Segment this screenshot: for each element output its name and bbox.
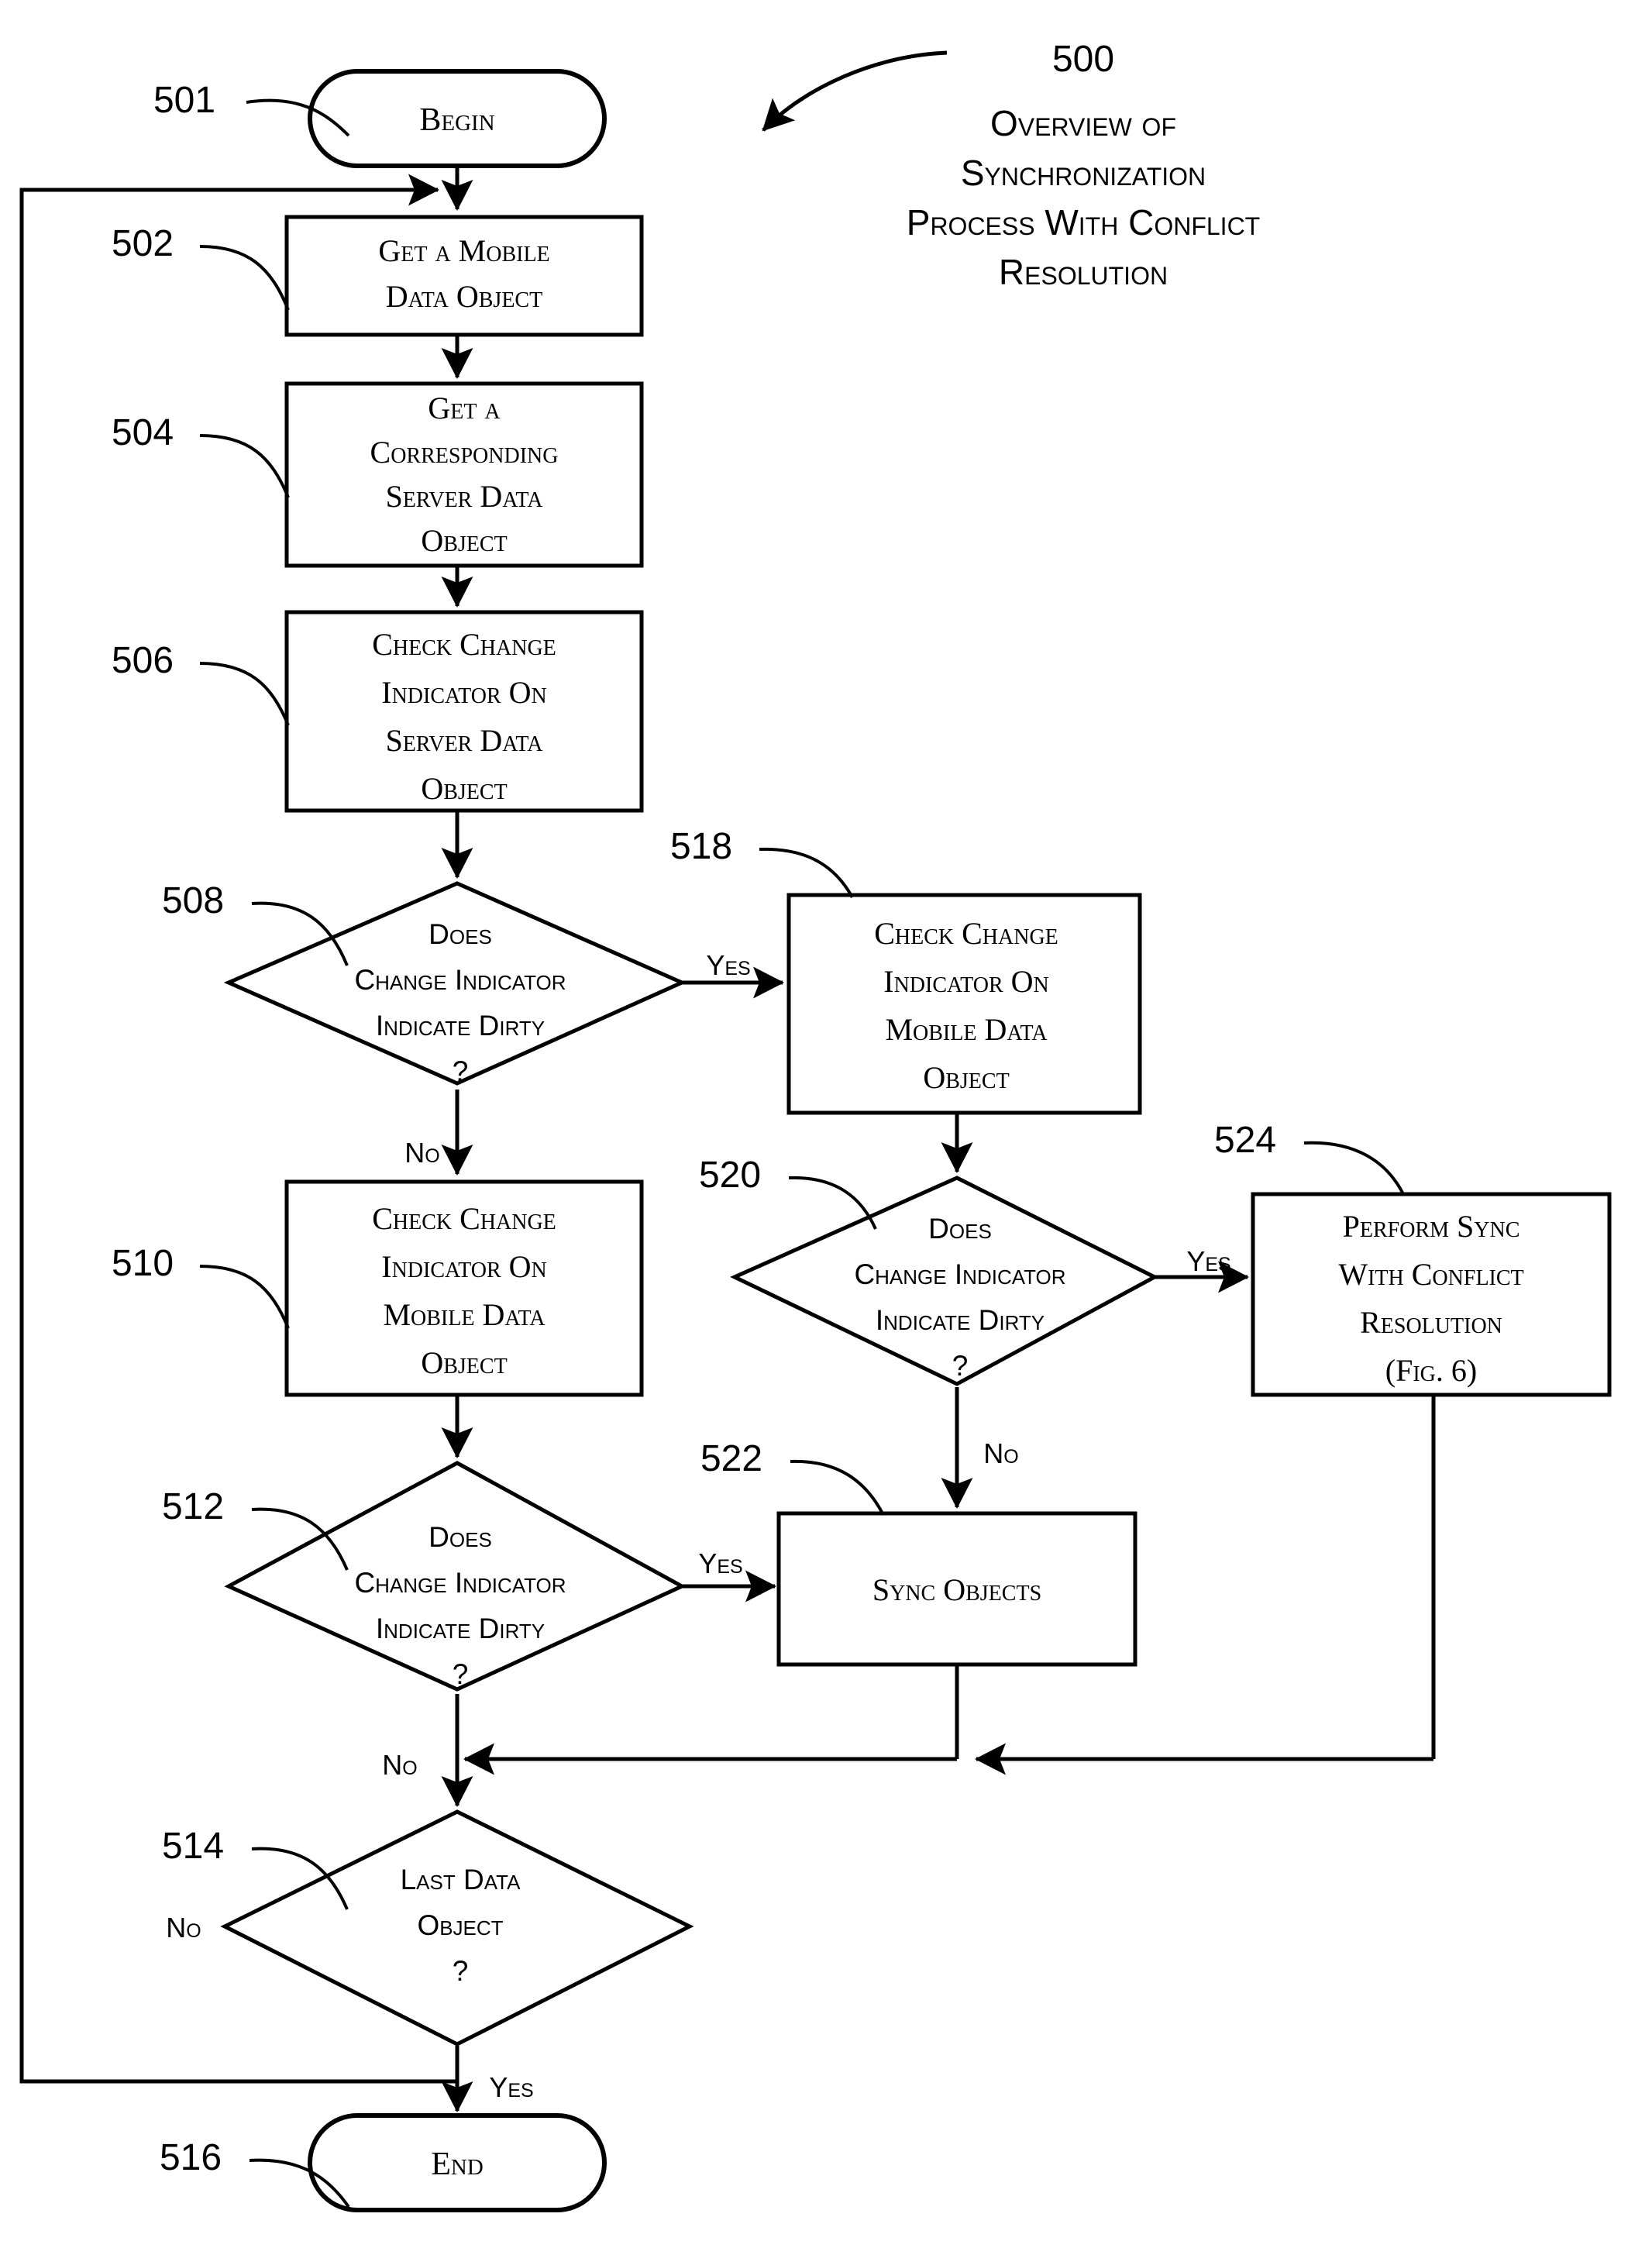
figure-title-line-1: Overview of bbox=[990, 103, 1176, 143]
node-510-line-3: Mobile Data bbox=[383, 1297, 546, 1332]
ref-524: 524 bbox=[1214, 1120, 1276, 1161]
node-508-line-2: Change Indicator bbox=[354, 964, 566, 996]
node-518-line-1: Check Change bbox=[874, 916, 1058, 951]
node-502-get-mobile-data-object[interactable]: Get a Mobile Data Object bbox=[284, 215, 644, 337]
node-524-line-2: With Conflict bbox=[1338, 1257, 1523, 1292]
node-524-perform-sync-with-conflict-resolution[interactable]: Perform Sync With Conflict Resolution (F… bbox=[1251, 1192, 1612, 1397]
figure-title-line-2: Synchronization bbox=[961, 153, 1206, 193]
ref-518: 518 bbox=[670, 826, 732, 867]
edge-label-514-no: No bbox=[166, 1912, 201, 1943]
ref-501: 501 bbox=[153, 80, 215, 121]
node-506-line-2: Indicator On bbox=[381, 675, 546, 710]
edge-label-520-no: No bbox=[983, 1437, 1018, 1469]
node-506-line-4: Object bbox=[421, 771, 507, 806]
node-504-get-corresponding-server-data-object[interactable]: Get a Corresponding Server Data Object bbox=[284, 381, 644, 568]
node-506-line-1: Check Change bbox=[372, 627, 556, 662]
node-518-check-change-indicator-mobile[interactable]: Check Change Indicator On Mobile Data Ob… bbox=[786, 893, 1142, 1115]
node-524-line-3: Resolution bbox=[1360, 1305, 1502, 1340]
node-510-line-4: Object bbox=[421, 1345, 507, 1380]
node-520-line-2: Change Indicator bbox=[854, 1258, 1065, 1290]
node-504-line-2: Corresponding bbox=[370, 435, 559, 470]
node-508-line-4: ? bbox=[453, 1055, 469, 1087]
node-520-does-change-indicator-indicate-dirty[interactable]: Does Change Indicator Indicate Dirty ? bbox=[730, 1176, 1159, 1386]
node-514-line-3: ? bbox=[453, 1955, 469, 1987]
ref-522: 522 bbox=[700, 1438, 762, 1479]
node-510-line-2: Indicator On bbox=[381, 1249, 546, 1284]
node-524-line-1: Perform Sync bbox=[1343, 1209, 1520, 1244]
node-512-line-4: ? bbox=[453, 1658, 469, 1690]
node-510-check-change-indicator-mobile[interactable]: Check Change Indicator On Mobile Data Ob… bbox=[284, 1179, 644, 1397]
node-506-check-change-indicator-server[interactable]: Check Change Indicator On Server Data Ob… bbox=[284, 610, 644, 813]
node-512-line-2: Change Indicator bbox=[354, 1567, 566, 1599]
node-begin[interactable]: Begin bbox=[308, 69, 607, 168]
begin-label: Begin bbox=[419, 102, 494, 138]
node-506-line-3: Server Data bbox=[386, 723, 544, 758]
node-508-line-1: Does bbox=[428, 918, 492, 950]
node-502-line-2: Data Object bbox=[386, 279, 542, 314]
node-502-line-1: Get a Mobile bbox=[378, 233, 549, 268]
edge-label-514-yes: Yes bbox=[489, 2071, 533, 2103]
node-518-line-3: Mobile Data bbox=[885, 1012, 1048, 1047]
node-520-line-1: Does bbox=[928, 1213, 992, 1244]
ref-504: 504 bbox=[112, 412, 174, 453]
node-514-line-1: Last Data bbox=[401, 1864, 521, 1895]
node-510-line-1: Check Change bbox=[372, 1201, 556, 1236]
ref-512: 512 bbox=[162, 1486, 224, 1527]
node-512-line-3: Indicate Dirty bbox=[376, 1613, 545, 1644]
edge-label-520-yes: Yes bbox=[1186, 1245, 1230, 1277]
node-514-line-2: Object bbox=[417, 1909, 503, 1941]
edge-label-508-no: No bbox=[404, 1137, 439, 1169]
ref-520: 520 bbox=[699, 1155, 761, 1196]
ref-502: 502 bbox=[112, 223, 174, 264]
end-label: End bbox=[431, 2146, 484, 2182]
node-512-line-1: Does bbox=[428, 1521, 492, 1553]
node-504-line-1: Get a bbox=[428, 391, 501, 425]
node-end[interactable]: End bbox=[308, 2113, 607, 2212]
edge-label-512-no: No bbox=[382, 1749, 417, 1781]
node-508-line-3: Indicate Dirty bbox=[376, 1010, 545, 1041]
node-518-line-2: Indicator On bbox=[883, 964, 1048, 999]
ref-506: 506 bbox=[112, 640, 174, 681]
node-508-does-change-indicator-indicate-dirty[interactable]: Does Change Indicator Indicate Dirty ? bbox=[223, 881, 687, 1087]
node-504-line-4: Object bbox=[421, 523, 507, 558]
node-512-does-change-indicator-indicate-dirty[interactable]: Does Change Indicator Indicate Dirty ? bbox=[224, 1461, 687, 1692]
ref-508: 508 bbox=[162, 880, 224, 921]
figure-title-line-3: Process With Conflict bbox=[907, 202, 1260, 243]
node-504-line-3: Server Data bbox=[386, 479, 544, 514]
ref-516: 516 bbox=[160, 2137, 222, 2178]
node-522-sync-objects[interactable]: Sync Objects bbox=[776, 1511, 1137, 1667]
figure-title-block: 500 Overview of Synchronization Process … bbox=[762, 39, 1260, 292]
edge-label-508-yes: Yes bbox=[706, 949, 750, 981]
node-514-last-data-object[interactable]: Last Data Object ? bbox=[220, 1809, 694, 2047]
node-520-line-4: ? bbox=[952, 1350, 969, 1382]
patent-figure-500: Begin Get a Mobile Data Object Get a Cor… bbox=[0, 0, 1652, 2248]
figure-ref-500: 500 bbox=[1052, 39, 1114, 80]
node-524-line-4: (Fig. 6) bbox=[1385, 1353, 1477, 1388]
node-522-line-1: Sync Objects bbox=[872, 1572, 1041, 1607]
edge-label-512-yes: Yes bbox=[698, 1547, 742, 1579]
figure-title-line-4: Resolution bbox=[999, 252, 1168, 292]
ref-514: 514 bbox=[162, 1826, 224, 1867]
node-520-line-3: Indicate Dirty bbox=[876, 1304, 1045, 1336]
node-518-line-4: Object bbox=[923, 1060, 1009, 1095]
ref-510: 510 bbox=[112, 1243, 174, 1284]
